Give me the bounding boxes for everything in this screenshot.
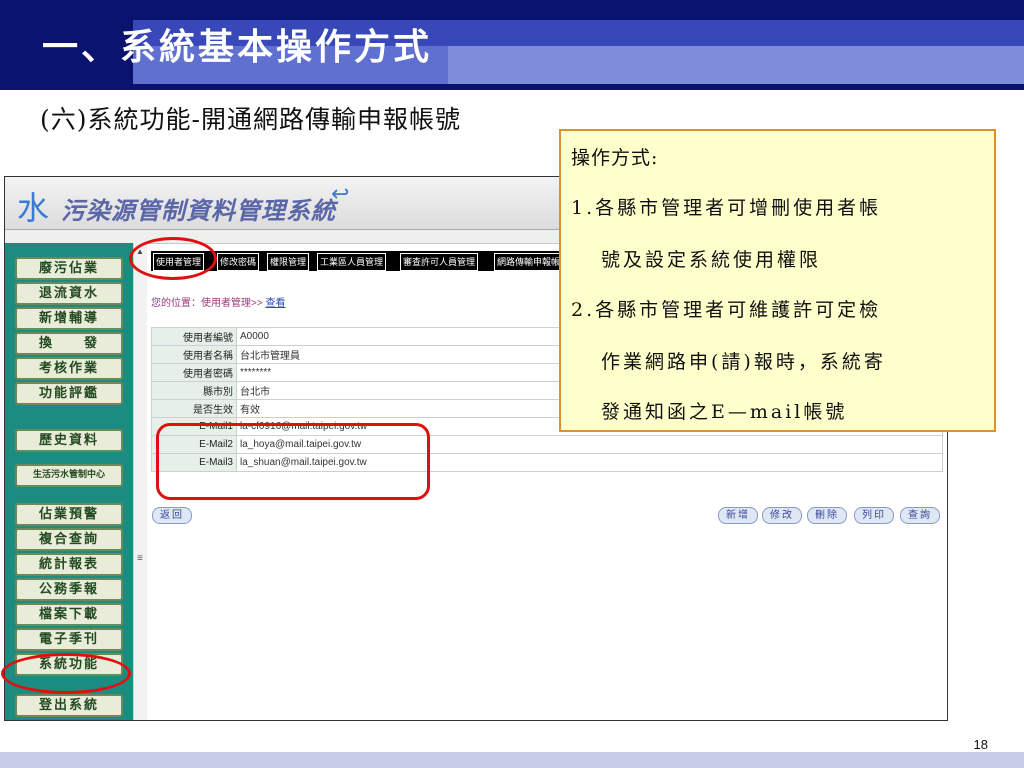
app-logo-title: 污染源管制資料管理系統 [61, 197, 336, 225]
menu-item-permission[interactable]: 權限管理 [267, 253, 310, 271]
delete-button[interactable]: 刪除 [807, 507, 847, 524]
menu-item-permit-reviewer[interactable]: 審查許可人員管理 [400, 253, 479, 271]
header-divider [0, 84, 1024, 90]
sidebar-item-2[interactable]: 新增輔導 [15, 307, 123, 330]
field-label: 使用者密碼 [151, 363, 237, 382]
delete-button-wrap: 刪除 [807, 505, 847, 524]
sidebar-item-0[interactable]: 廢污佔業 [15, 257, 123, 280]
sidebar-item-11[interactable]: 公務季報 [15, 578, 123, 601]
menu-item-industrial-staff[interactable]: 工業區人員管理 [317, 253, 387, 271]
print-button-wrap: 列印 [854, 505, 894, 524]
add-button[interactable]: 新增 [718, 507, 758, 524]
sidebar-item-3[interactable]: 換 發 [15, 332, 123, 355]
menu-item-change-password[interactable]: 修改密碼 [217, 253, 260, 271]
sidebar-item-4[interactable]: 考核作業 [15, 357, 123, 380]
callout-item-2-line-2: 作業網路申(請)報時，系統寄 [601, 351, 886, 373]
sidebar-item-1[interactable]: 退流資水 [15, 282, 123, 305]
field-label: 使用者名稱 [151, 345, 237, 364]
highlight-ring-user-management [129, 237, 217, 280]
sidebar-item-10[interactable]: 統計報表 [15, 553, 123, 576]
field-label: 是否生效 [151, 399, 237, 418]
print-button[interactable]: 列印 [854, 507, 894, 524]
edit-button[interactable]: 修改 [762, 507, 802, 524]
edit-button-wrap: 修改 [762, 505, 802, 524]
sidebar-item-9[interactable]: 複合查詢 [15, 528, 123, 551]
breadcrumb: 您的位置：使用者管理>> 查看 [151, 294, 285, 309]
callout-item-2-line-3: 發通知函之E—mail帳號 [601, 401, 848, 423]
back-button-wrap: 返回 [152, 505, 192, 524]
header-stripe [448, 46, 1024, 84]
sidebar-item-5[interactable]: 功能評鑑 [15, 382, 123, 405]
query-button[interactable]: 查詢 [900, 507, 940, 524]
instruction-callout: 操作方式: 1.各縣市管理者可增刪使用者帳 號及設定系統使用權限 2.各縣市管理… [559, 129, 996, 432]
slide-title: 一、系統基本操作方式 [42, 26, 433, 68]
sidebar-item-6[interactable]: 歷史資料 [15, 429, 123, 452]
highlight-box-emails [156, 423, 430, 500]
back-button[interactable]: 返回 [152, 507, 192, 524]
slide-subtitle: (六)系統功能-開通網路傳輸申報帳號 [40, 105, 461, 134]
sidebar-item-7[interactable]: 生活污水管制中心 [15, 464, 123, 487]
add-button-wrap: 新增 [718, 505, 758, 524]
return-arrow-icon: ↩ [331, 181, 350, 206]
sidebar-item-13[interactable]: 電子季刊 [15, 628, 123, 651]
scrollbar[interactable]: ▲ ≡ [133, 243, 147, 720]
callout-title: 操作方式: [571, 147, 659, 169]
sidebar-nav: 廢污佔業 退流資水 新增輔導 換 發 考核作業 功能評鑑 歷史資料 生活污水管制… [5, 243, 133, 720]
sidebar-item-15[interactable]: 登出系統 [15, 694, 123, 717]
slide-header: 一、系統基本操作方式 [0, 0, 1024, 84]
breadcrumb-prefix: 您的位置：使用者管理>> [151, 298, 266, 309]
callout-item-1-line-2: 號及設定系統使用權限 [601, 249, 822, 271]
highlight-ring-system-function [1, 653, 131, 694]
footer-bar [0, 752, 1024, 768]
breadcrumb-view-link[interactable]: 查看 [265, 298, 285, 309]
field-label: 使用者編號 [151, 327, 237, 346]
field-label: 縣市別 [151, 381, 237, 400]
app-logo-icon: 水 [17, 189, 50, 227]
sidebar-item-8[interactable]: 佔業預警 [15, 503, 123, 526]
sidebar-item-12[interactable]: 檔案下載 [15, 603, 123, 626]
callout-item-2-line-1: 2.各縣市管理者可維護許可定檢 [571, 299, 882, 321]
scroll-grip-icon[interactable]: ≡ [137, 553, 143, 564]
query-button-wrap: 查詢 [900, 505, 940, 524]
callout-item-1-line-1: 1.各縣市管理者可增刪使用者帳 [571, 197, 882, 219]
page-number: 18 [973, 737, 988, 752]
